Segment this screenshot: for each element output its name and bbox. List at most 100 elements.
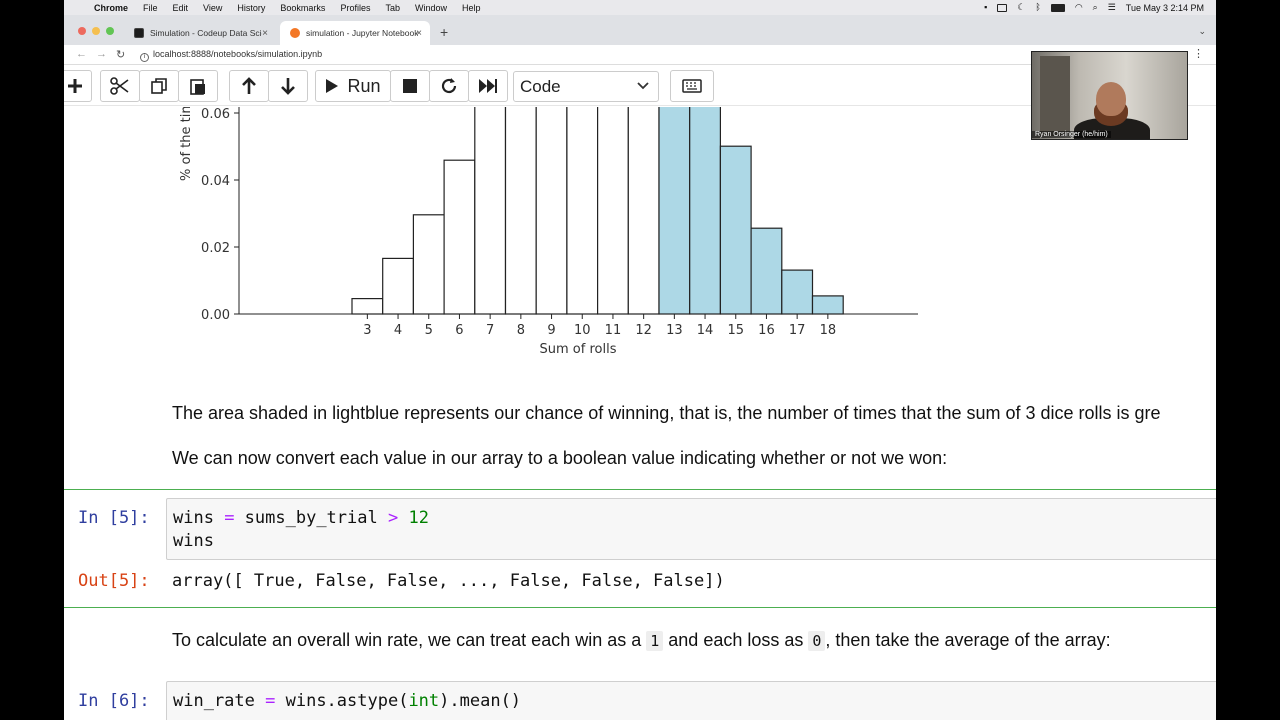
cut-button[interactable]: [100, 70, 140, 102]
battery-icon[interactable]: [1050, 3, 1065, 12]
menu-window[interactable]: Window: [415, 3, 447, 13]
markdown-paragraph-convert: We can now convert each value in our arr…: [172, 448, 948, 468]
inline-code-zero: 0: [808, 631, 826, 651]
code-cell-5[interactable]: wins = sums_by_trial > 12 wins: [166, 498, 1216, 560]
run-button[interactable]: Run: [315, 70, 391, 102]
histogram-bar-18: [811, 295, 844, 315]
menu-app-name[interactable]: Chrome: [94, 3, 128, 13]
histogram-bar-8: [504, 107, 537, 315]
tab-search-chevron-icon[interactable]: ⌄: [1198, 26, 1206, 37]
run-label: Run: [347, 75, 381, 96]
x-tick-label: 14: [697, 323, 714, 338]
x-tick-label: 10: [574, 323, 591, 338]
code-line: wins: [173, 531, 214, 551]
url-field[interactable]: i localhost:8888/notebooks/simulation.ipy…: [140, 49, 322, 62]
x-tick-label: 13: [666, 323, 683, 338]
cell-type-select[interactable]: Code: [513, 71, 659, 102]
histogram-bar-13: [658, 107, 691, 315]
histogram-bar-12: [627, 107, 660, 315]
move-down-button[interactable]: [268, 70, 308, 102]
move-up-button[interactable]: [229, 70, 269, 102]
paste-icon: [190, 79, 205, 95]
x-tick-label: 17: [789, 323, 806, 338]
zoom-window-button[interactable]: [106, 27, 114, 35]
plus-icon: [68, 79, 82, 93]
screen-mirror-icon[interactable]: [997, 3, 1008, 12]
histogram-chart: 0.00 0.02 0.04 0.06 3 4 5 6 7 8 9 10 11 12 13 14 15 16 17…: [179, 107, 918, 357]
in6-prompt: In [6]:: [78, 691, 150, 711]
restart-button[interactable]: [429, 70, 469, 102]
x-tick-label: 9: [547, 323, 555, 338]
x-ticks: 3 4 5 6 7 8 9 10 11 12 13 14 15 16 17 18: [363, 314, 836, 338]
x-tick-label: 4: [394, 323, 402, 338]
back-arrow-icon[interactable]: ←: [76, 48, 87, 60]
histogram-bar-4: [382, 257, 414, 315]
histogram-bar-6: [443, 159, 476, 315]
camera-icon[interactable]: ▪: [984, 3, 987, 12]
webcam-overlay: Ryan Orsinger (he/him): [1031, 51, 1188, 140]
new-tab-button[interactable]: +: [440, 24, 448, 40]
code-cell-6[interactable]: win_rate = wins.astype(int).mean(): [166, 681, 1216, 720]
insert-cell-button[interactable]: [64, 70, 92, 102]
paste-button[interactable]: [178, 70, 218, 102]
info-icon[interactable]: i: [140, 53, 149, 62]
keyboard-icon: [682, 79, 702, 93]
menu-bookmarks[interactable]: Bookmarks: [280, 3, 325, 13]
markdown-paragraph-win-rate: To calculate an overall win rate, we can…: [172, 630, 1111, 651]
command-palette-button[interactable]: [670, 70, 714, 102]
minimize-window-button[interactable]: [92, 27, 100, 35]
notebook-body: 0.00 0.02 0.04 0.06 3 4 5 6 7 8 9 10 11 12 13 14 15 16 17…: [64, 107, 1216, 720]
interrupt-button[interactable]: [390, 70, 430, 102]
histogram-bar-3: [351, 298, 384, 315]
code-line: wins = sums_by_trial > 12: [173, 508, 429, 528]
reload-icon[interactable]: ↻: [116, 48, 125, 61]
out5-prompt: Out[5]:: [78, 571, 150, 591]
tab-jupyter[interactable]: simulation - Jupyter Notebook ×: [280, 21, 430, 45]
bluetooth-icon[interactable]: ᛒ: [1035, 3, 1040, 12]
menu-view[interactable]: View: [203, 3, 222, 13]
menu-file[interactable]: File: [143, 3, 158, 13]
moon-icon[interactable]: ☾: [1017, 3, 1025, 12]
menu-tab[interactable]: Tab: [385, 3, 400, 13]
menu-profiles[interactable]: Profiles: [340, 3, 370, 13]
cell-selected-border-top: [64, 489, 1216, 490]
x-tick-label: 5: [425, 323, 433, 338]
cell-type-value: Code: [520, 76, 561, 96]
menubar: Chrome File Edit View History Bookmarks …: [64, 0, 1216, 15]
search-icon[interactable]: ⌕: [1093, 3, 1098, 12]
control-center-icon[interactable]: ☰: [1108, 3, 1116, 12]
stop-icon: [403, 79, 417, 93]
arrow-down-icon: [281, 78, 295, 95]
forward-arrow-icon[interactable]: →: [96, 48, 107, 60]
restart-run-all-button[interactable]: [468, 70, 508, 102]
webcam-name-label: Ryan Orsinger (he/him): [1032, 131, 1111, 138]
tab-title: simulation - Jupyter Notebook: [306, 28, 418, 38]
histogram-bar-16: [750, 227, 783, 315]
tab-codeup[interactable]: Simulation - Codeup Data Scie ×: [124, 21, 276, 45]
in5-prompt: In [5]:: [78, 508, 150, 528]
x-tick-label: 15: [727, 323, 744, 338]
restart-icon: [441, 78, 457, 94]
clock[interactable]: Tue May 3 2:14 PM: [1126, 3, 1204, 13]
copy-button[interactable]: [139, 70, 179, 102]
browser-menu-icon[interactable]: ⋮: [1193, 47, 1204, 60]
y-tick-label: 0.00: [201, 308, 230, 323]
markdown-paragraph-shaded-area: The area shaded in lightblue represents …: [172, 403, 1161, 423]
tab-close-icon[interactable]: ×: [262, 28, 268, 39]
histogram-bar-9: [535, 107, 568, 315]
y-tick-label: 0.04: [201, 174, 230, 189]
menu-help[interactable]: Help: [462, 3, 481, 13]
play-icon: [326, 79, 339, 93]
histogram-bar-15: [719, 145, 752, 315]
close-window-button[interactable]: [78, 27, 86, 35]
jupyter-favicon-icon: [290, 28, 300, 38]
x-tick-label: 18: [820, 323, 837, 338]
tab-close-icon[interactable]: ×: [416, 28, 422, 39]
output-5: array([ True, False, False, ..., False, …: [172, 571, 725, 591]
chevron-down-icon: [637, 82, 649, 90]
wifi-icon[interactable]: ◠: [1075, 3, 1083, 12]
x-tick-label: 7: [486, 323, 494, 338]
menu-history[interactable]: History: [237, 3, 265, 13]
menu-edit[interactable]: Edit: [173, 3, 189, 13]
copy-icon: [151, 78, 167, 94]
